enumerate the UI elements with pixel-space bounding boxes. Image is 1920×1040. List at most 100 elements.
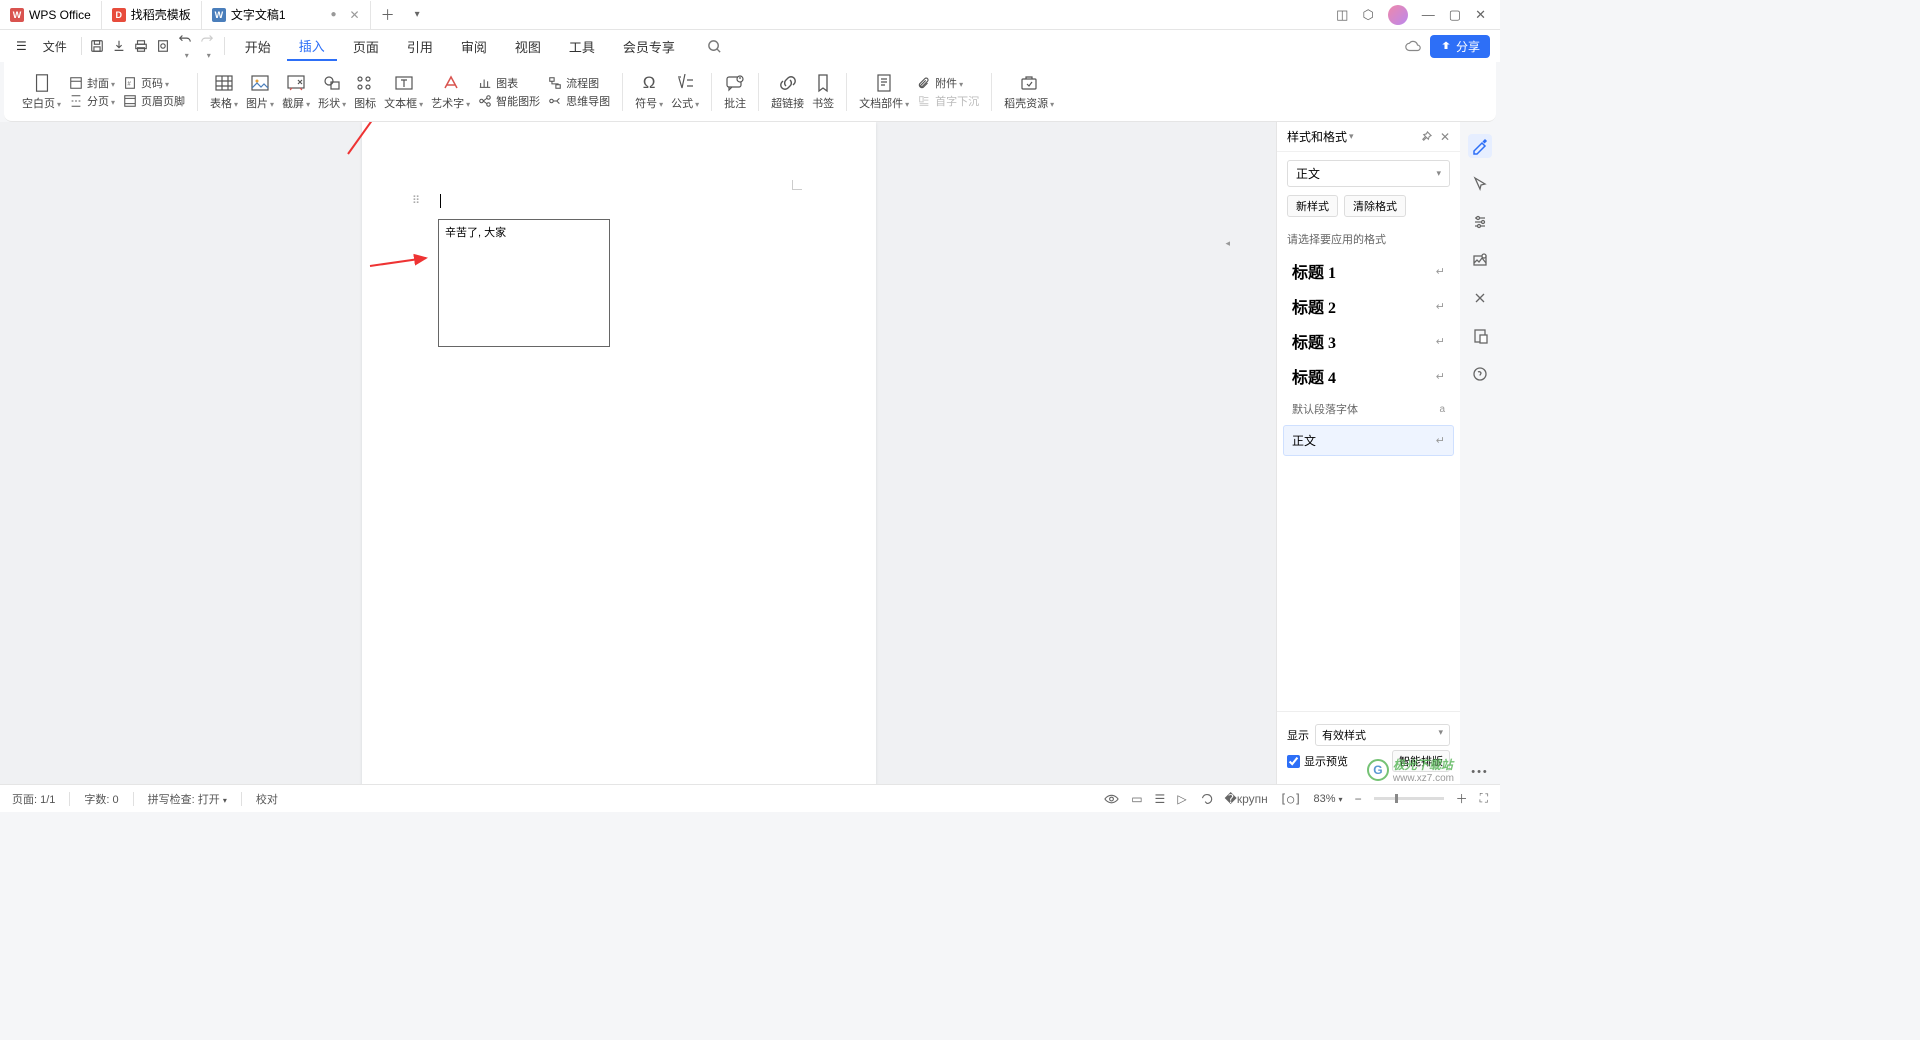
- menu-insert[interactable]: 插入: [287, 32, 337, 61]
- page-break-button[interactable]: 分页: [69, 93, 115, 109]
- show-preview-checkbox[interactable]: 显示预览: [1287, 753, 1348, 769]
- undo-button[interactable]: [178, 32, 194, 61]
- new-style-button[interactable]: 新样式: [1287, 195, 1338, 217]
- menu-start[interactable]: 开始: [233, 33, 283, 60]
- blank-page-button[interactable]: 空白页: [18, 73, 65, 111]
- smart-graphic-button[interactable]: 智能图形: [478, 93, 540, 109]
- gallery-icon[interactable]: [1468, 248, 1492, 272]
- mindmap-button[interactable]: 思维导图: [548, 93, 610, 109]
- spellcheck-status[interactable]: 拼写检查: 打开 ▾: [148, 791, 227, 807]
- focus-icon[interactable]: [○]: [1280, 792, 1302, 806]
- reader-mode-icon[interactable]: ◫: [1336, 7, 1348, 23]
- settings-sliders-icon[interactable]: [1468, 210, 1492, 234]
- view-page-icon[interactable]: ▭: [1131, 792, 1142, 806]
- tab-menu-button[interactable]: ▾: [405, 9, 430, 20]
- search-icon[interactable]: [701, 35, 728, 58]
- display-filter-select[interactable]: 有效样式 ▾: [1315, 724, 1450, 746]
- maximize-icon[interactable]: ▢: [1449, 7, 1461, 23]
- menu-review[interactable]: 审阅: [449, 33, 499, 60]
- more-icon[interactable]: •••: [1468, 760, 1492, 784]
- menu-member[interactable]: 会员专享: [611, 33, 687, 60]
- page-layout-icon[interactable]: [1468, 324, 1492, 348]
- daoke-resource-button[interactable]: 稻壳资源: [1000, 73, 1058, 111]
- proofread-status[interactable]: 校对: [256, 791, 278, 807]
- page-indicator[interactable]: 页面: 1/1: [12, 791, 55, 807]
- page-number-button[interactable]: # 页码: [123, 75, 185, 91]
- attachment-button[interactable]: 附件: [917, 75, 979, 91]
- style-heading1[interactable]: 标题 1↵: [1283, 254, 1454, 288]
- equation-button[interactable]: 公式: [667, 73, 703, 111]
- tab-document[interactable]: W 文字文稿1 ● ✕: [202, 1, 371, 29]
- chevron-down-icon[interactable]: ▾: [1349, 131, 1354, 142]
- paragraph-icon: ↵: [1436, 265, 1445, 278]
- picture-button[interactable]: 图片: [242, 73, 278, 111]
- close-panel-icon[interactable]: ✕: [1440, 130, 1450, 144]
- zoom-level[interactable]: 83% ▾: [1313, 793, 1342, 805]
- cube-icon[interactable]: ⬡: [1362, 7, 1373, 23]
- tab-wps-home[interactable]: W WPS Office: [0, 1, 102, 29]
- eye-icon[interactable]: [1104, 793, 1119, 805]
- save-icon[interactable]: [90, 39, 106, 53]
- hyperlink-button[interactable]: 超链接: [767, 73, 808, 111]
- icon-button[interactable]: 图标: [350, 73, 380, 111]
- help-icon[interactable]: [1468, 362, 1492, 386]
- tools-icon[interactable]: [1468, 286, 1492, 310]
- pin-icon[interactable]: [1421, 131, 1432, 142]
- style-body[interactable]: 正文↵: [1283, 425, 1454, 456]
- select-icon[interactable]: [1468, 172, 1492, 196]
- menu-view[interactable]: 视图: [503, 33, 553, 60]
- user-avatar[interactable]: [1388, 5, 1408, 25]
- textbox-button[interactable]: 文本框: [380, 73, 427, 111]
- doc-parts-button[interactable]: 文档部件: [855, 73, 913, 111]
- file-menu[interactable]: 文件: [37, 34, 73, 59]
- style-heading2[interactable]: 标题 2↵: [1283, 289, 1454, 323]
- header-footer-button[interactable]: 页眉页脚: [123, 93, 185, 109]
- document-canvas[interactable]: ⠿ 辛苦了, 大家 ▾ ◂: [0, 122, 1460, 784]
- symbol-button[interactable]: Ω 符号: [631, 73, 667, 111]
- style-heading3[interactable]: 标题 3↵: [1283, 324, 1454, 358]
- collapse-panel-icon[interactable]: ◂: [1225, 238, 1230, 249]
- format-brush-icon[interactable]: [1468, 134, 1492, 158]
- view-outline-icon[interactable]: ☰: [1155, 792, 1166, 806]
- chart-button[interactable]: 图表: [478, 75, 540, 91]
- screenshot-button[interactable]: 截屏: [278, 73, 314, 111]
- watermark: G 极光下载站 www.xz7.com: [1367, 756, 1454, 784]
- menu-ref[interactable]: 引用: [395, 33, 445, 60]
- view-reading-icon[interactable]: [1199, 792, 1213, 806]
- cloud-sync-icon[interactable]: [1404, 39, 1422, 53]
- share-button[interactable]: 分享: [1430, 35, 1490, 58]
- export-icon[interactable]: [112, 39, 128, 53]
- close-tab-icon[interactable]: ✕: [350, 8, 360, 22]
- flowchart-button[interactable]: 流程图: [548, 75, 610, 91]
- print-icon[interactable]: [134, 39, 150, 53]
- table-button[interactable]: 表格: [206, 73, 242, 111]
- inserted-textbox[interactable]: 辛苦了, 大家: [438, 219, 610, 347]
- zoom-in-icon[interactable]: ＋: [1456, 790, 1468, 807]
- comment-button[interactable]: 批注: [720, 73, 750, 111]
- current-style-select[interactable]: 正文 ▾: [1287, 160, 1450, 187]
- watermark-logo-icon: G: [1367, 759, 1389, 781]
- cover-button[interactable]: 封面: [69, 75, 115, 91]
- tab-template[interactable]: D 找稻壳模板: [102, 1, 202, 29]
- focus-mode-icon[interactable]: �крупн: [1225, 792, 1268, 806]
- clear-format-button[interactable]: 清除格式: [1344, 195, 1406, 217]
- minimize-icon[interactable]: —: [1422, 7, 1435, 22]
- fullscreen-icon[interactable]: ⛶: [1480, 791, 1488, 806]
- shape-button[interactable]: 形状: [314, 73, 350, 111]
- wordart-button[interactable]: 艺术字: [427, 73, 474, 111]
- zoom-out-icon[interactable]: −: [1355, 792, 1362, 806]
- close-window-icon[interactable]: ✕: [1475, 7, 1486, 23]
- print-preview-icon[interactable]: [156, 39, 172, 53]
- menu-tools[interactable]: 工具: [557, 33, 607, 60]
- view-web-icon[interactable]: ▷: [1177, 792, 1186, 806]
- hamburger-icon[interactable]: ☰: [10, 35, 33, 57]
- style-heading4[interactable]: 标题 4↵: [1283, 359, 1454, 393]
- menu-page[interactable]: 页面: [341, 33, 391, 60]
- redo-button[interactable]: [200, 32, 216, 61]
- style-default-paragraph[interactable]: 默认段落字体a: [1283, 394, 1454, 424]
- add-tab-button[interactable]: ＋: [371, 5, 405, 25]
- word-count[interactable]: 字数: 0: [84, 791, 118, 807]
- page[interactable]: ⠿ 辛苦了, 大家: [362, 122, 876, 784]
- bookmark-button[interactable]: 书签: [808, 73, 838, 111]
- zoom-slider[interactable]: [1374, 797, 1444, 800]
